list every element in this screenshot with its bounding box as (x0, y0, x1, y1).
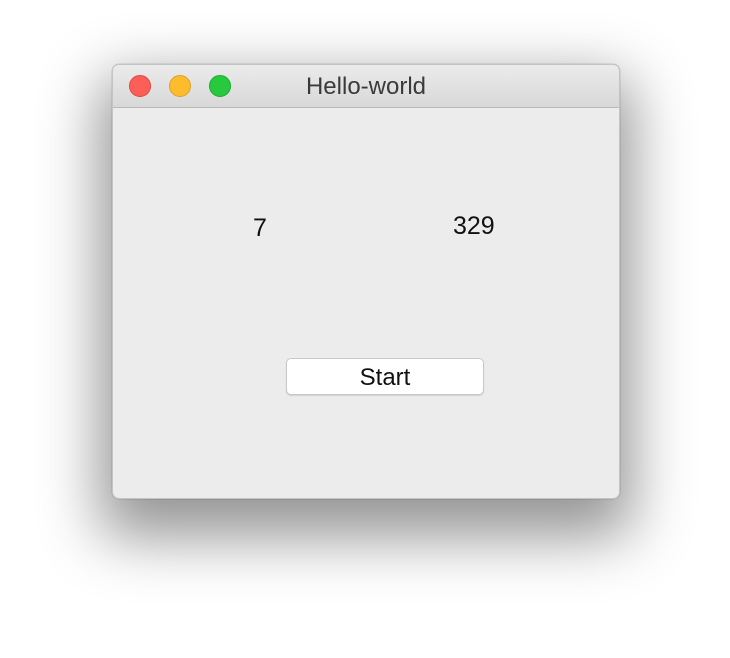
left-counter-value: 7 (253, 214, 267, 242)
right-counter-value: 329 (453, 212, 495, 240)
title-bar[interactable]: Hello-world (113, 65, 619, 108)
window-title: Hello-world (305, 73, 427, 100)
app-window: Hello-world 7 329 Start (112, 64, 620, 499)
start-button[interactable]: Start (286, 358, 484, 395)
